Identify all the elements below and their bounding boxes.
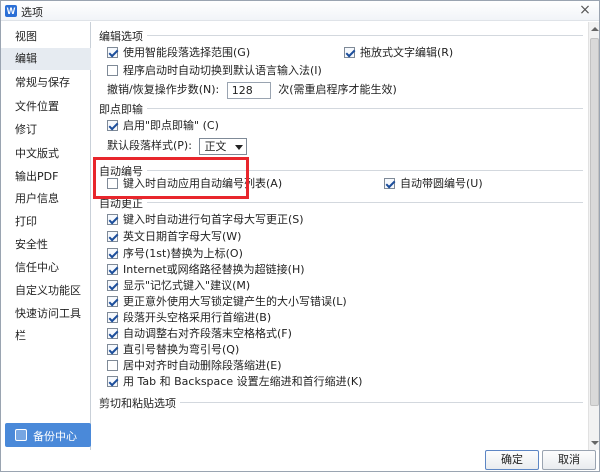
section-divider [99,202,583,203]
default-style-select[interactable]: 正文 [199,137,248,155]
checkbox[interactable] [107,231,118,242]
scroll-up-arrow-icon[interactable] [590,24,599,34]
option-label: 显示"记忆式键入"建议(M) [123,279,251,292]
option-center-remove-indent[interactable]: 居中对齐时自动删除段落缩进(E) [107,358,282,374]
sidebar-item-trust-center[interactable]: 信任中心 [1,257,91,279]
undo-steps-input[interactable]: 128 [226,81,271,99]
checkbox[interactable] [384,178,395,189]
sidebar-item-print[interactable]: 打印 [1,211,91,233]
option-label: 键入时自动应用自动编号列表(A) [123,177,283,190]
section-title-click-to-type: 即点即输 [99,101,147,117]
option-auto-ime[interactable]: 程序启动时自动切换到默认语言输入法(I) [107,63,322,79]
edit-options-panel: 编辑选项 使用智能段落选择范围(G) 拖放式文字编辑(R) 程序启动时自动切换到… [92,22,587,450]
option-label: Internet或网络路径替换为超链接(H) [123,263,305,276]
checkbox[interactable] [107,376,118,387]
option-label: 英文日期首字母大写(W) [123,230,242,243]
undo-steps-label: 撤销/恢复操作步数(N): [107,83,220,96]
option-label: 键入时自动进行句首字母大写更正(S) [123,213,304,226]
checkbox[interactable] [107,264,118,275]
option-auto-numbering-list[interactable]: 键入时自动应用自动编号列表(A) [107,176,282,192]
sidebar-item-output-pdf[interactable]: 输出PDF [1,166,91,188]
sidebar-item-customize-ribbon[interactable]: 自定义功能区 [1,280,91,302]
option-label: 拖放式文字编辑(R) [360,46,454,59]
option-leading-space-indent[interactable]: 段落开头空格采用行首缩进(B) [107,310,271,326]
checkbox[interactable] [107,344,118,355]
chevron-down-icon [235,144,244,150]
sidebar-item-user-info[interactable]: 用户信息 [1,188,91,210]
option-caps-lock-correction[interactable]: 更正意外使用大写锁定键产生的大小写错误(L) [107,294,347,310]
checkbox[interactable] [344,47,355,58]
sidebar-item-chinese-layout[interactable]: 中文版式 [1,143,91,165]
option-label: 自动带圆编号(U) [400,177,483,190]
option-capitalize-english-dates[interactable]: 英文日期首字母大写(W) [107,229,241,245]
option-right-align-trailing-space[interactable]: 自动调整右对齐段落末空格格式(F) [107,326,292,342]
option-smart-quotes[interactable]: 直引号替换为弯引号(Q) [107,342,239,358]
checkbox[interactable] [107,47,118,58]
sidebar-item-file-locations[interactable]: 文件位置 [1,96,91,118]
sidebar-item-edit[interactable]: 编辑 [1,48,91,70]
option-auto-circled-number[interactable]: 自动带圆编号(U) [384,176,483,192]
option-label: 段落开头空格采用行首缩进(B) [123,311,272,324]
option-internet-hyperlink[interactable]: Internet或网络路径替换为超链接(H) [107,262,305,278]
scroll-down-arrow-icon[interactable] [590,438,599,448]
default-style-row: 默认段落样式(P): 正文 [107,136,248,156]
option-label: 自动调整右对齐段落末空格格式(F) [123,327,292,340]
sidebar-item-quick-access-toolbar[interactable]: 快速访问工具栏 [1,303,91,342]
checkbox[interactable] [107,296,118,307]
option-label: 程序启动时自动切换到默认语言输入法(I) [123,64,322,77]
sidebar-item-view[interactable]: 视图 [1,26,91,48]
checkbox[interactable] [107,360,118,371]
section-divider [99,170,583,171]
window-title: 选项 [21,6,43,19]
ok-button[interactable]: 确定 [485,450,539,470]
undo-steps-suffix: 次(需重启程序才能生效) [278,83,397,96]
checkbox[interactable] [107,178,118,189]
default-style-value: 正文 [204,139,227,153]
option-enable-click-to-type[interactable]: 启用"即点即输" (C) [107,118,219,134]
dialog-buttons: 确定 取消 [92,450,599,472]
section-title-cut-paste: 剪切和粘贴选项 [99,395,180,411]
section-divider [99,108,583,109]
checkbox[interactable] [107,65,118,76]
options-dialog: W 选项 × 视图 编辑 常规与保存 文件位置 修订 中文版式 输出PDF 用户… [0,0,600,472]
backup-icon [15,429,27,441]
option-label: 更正意外使用大写锁定键产生的大小写错误(L) [123,295,347,308]
checkbox[interactable] [107,280,118,291]
cancel-button[interactable]: 取消 [542,450,596,470]
option-autocomplete-suggestions[interactable]: 显示"记忆式键入"建议(M) [107,278,250,294]
scrollbar-thumb[interactable] [590,38,599,406]
option-drag-text[interactable]: 拖放式文字编辑(R) [344,45,453,61]
option-label: 直引号替换为弯引号(Q) [123,343,240,356]
sidebar: 视图 编辑 常规与保存 文件位置 修订 中文版式 输出PDF 用户信息 打印 安… [1,22,91,450]
backup-center-label: 备份中心 [33,430,77,443]
sidebar-item-general-save[interactable]: 常规与保存 [1,72,91,94]
checkbox[interactable] [107,248,118,259]
checkbox[interactable] [107,312,118,323]
sidebar-item-revisions[interactable]: 修订 [1,119,91,141]
close-button[interactable]: × [577,3,593,19]
section-divider [99,35,583,36]
wps-writer-icon: W [5,5,17,17]
checkbox[interactable] [107,214,118,225]
backup-center-button[interactable]: 备份中心 [5,423,91,447]
checkbox[interactable] [107,328,118,339]
default-style-label: 默认段落样式(P): [107,139,192,152]
option-label: 用 Tab 和 Backspace 设置左缩进和首行缩进(K) [123,375,363,388]
undo-steps-row: 撤销/恢复操作步数(N): 128 次(需重启程序才能生效) [107,80,397,100]
checkbox[interactable] [107,120,118,131]
sidebar-item-security[interactable]: 安全性 [1,234,91,256]
option-label: 启用"即点即输" (C) [123,119,219,132]
section-title-edit-options: 编辑选项 [99,28,147,44]
option-label: 居中对齐时自动删除段落缩进(E) [123,359,282,372]
section-title-autocorrect: 自动更正 [99,195,147,211]
option-tab-backspace-indent[interactable]: 用 Tab 和 Backspace 设置左缩进和首行缩进(K) [107,374,362,390]
option-capitalize-first-letter[interactable]: 键入时自动进行句首字母大写更正(S) [107,212,304,228]
title-bar: W 选项 × [1,1,599,21]
option-label: 序号(1st)替换为上标(O) [123,247,243,260]
option-label: 使用智能段落选择范围(G) [123,46,251,59]
option-ordinal-superscript[interactable]: 序号(1st)替换为上标(O) [107,246,243,262]
option-smart-paragraph[interactable]: 使用智能段落选择范围(G) [107,45,250,61]
vertical-scrollbar[interactable] [588,22,599,450]
